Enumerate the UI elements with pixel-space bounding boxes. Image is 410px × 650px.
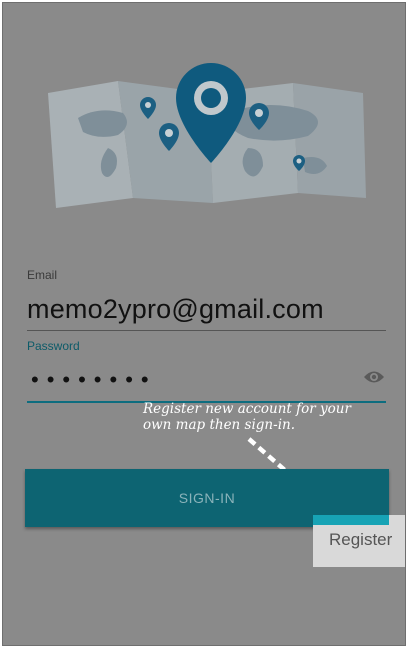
register-button[interactable]: Register	[329, 530, 392, 550]
password-label: Password	[27, 339, 80, 353]
sign-in-label: SIGN-IN	[178, 490, 236, 506]
email-field[interactable]: memo2ypro@gmail.com	[27, 294, 324, 325]
email-underline	[27, 330, 386, 331]
world-map-icon	[48, 63, 366, 208]
annotation-note: Register new account for your own map th…	[143, 401, 383, 433]
email-label: Email	[27, 268, 58, 282]
highlight-bar	[313, 515, 389, 525]
eye-icon[interactable]	[363, 369, 385, 385]
login-screen: Email memo2ypro@gmail.com Password •••••…	[2, 2, 406, 646]
annotation-line-1: Register new account for your	[143, 401, 351, 417]
annotation-line-2: own map then sign-in.	[143, 417, 295, 433]
password-field[interactable]: ••••••••	[31, 367, 157, 393]
